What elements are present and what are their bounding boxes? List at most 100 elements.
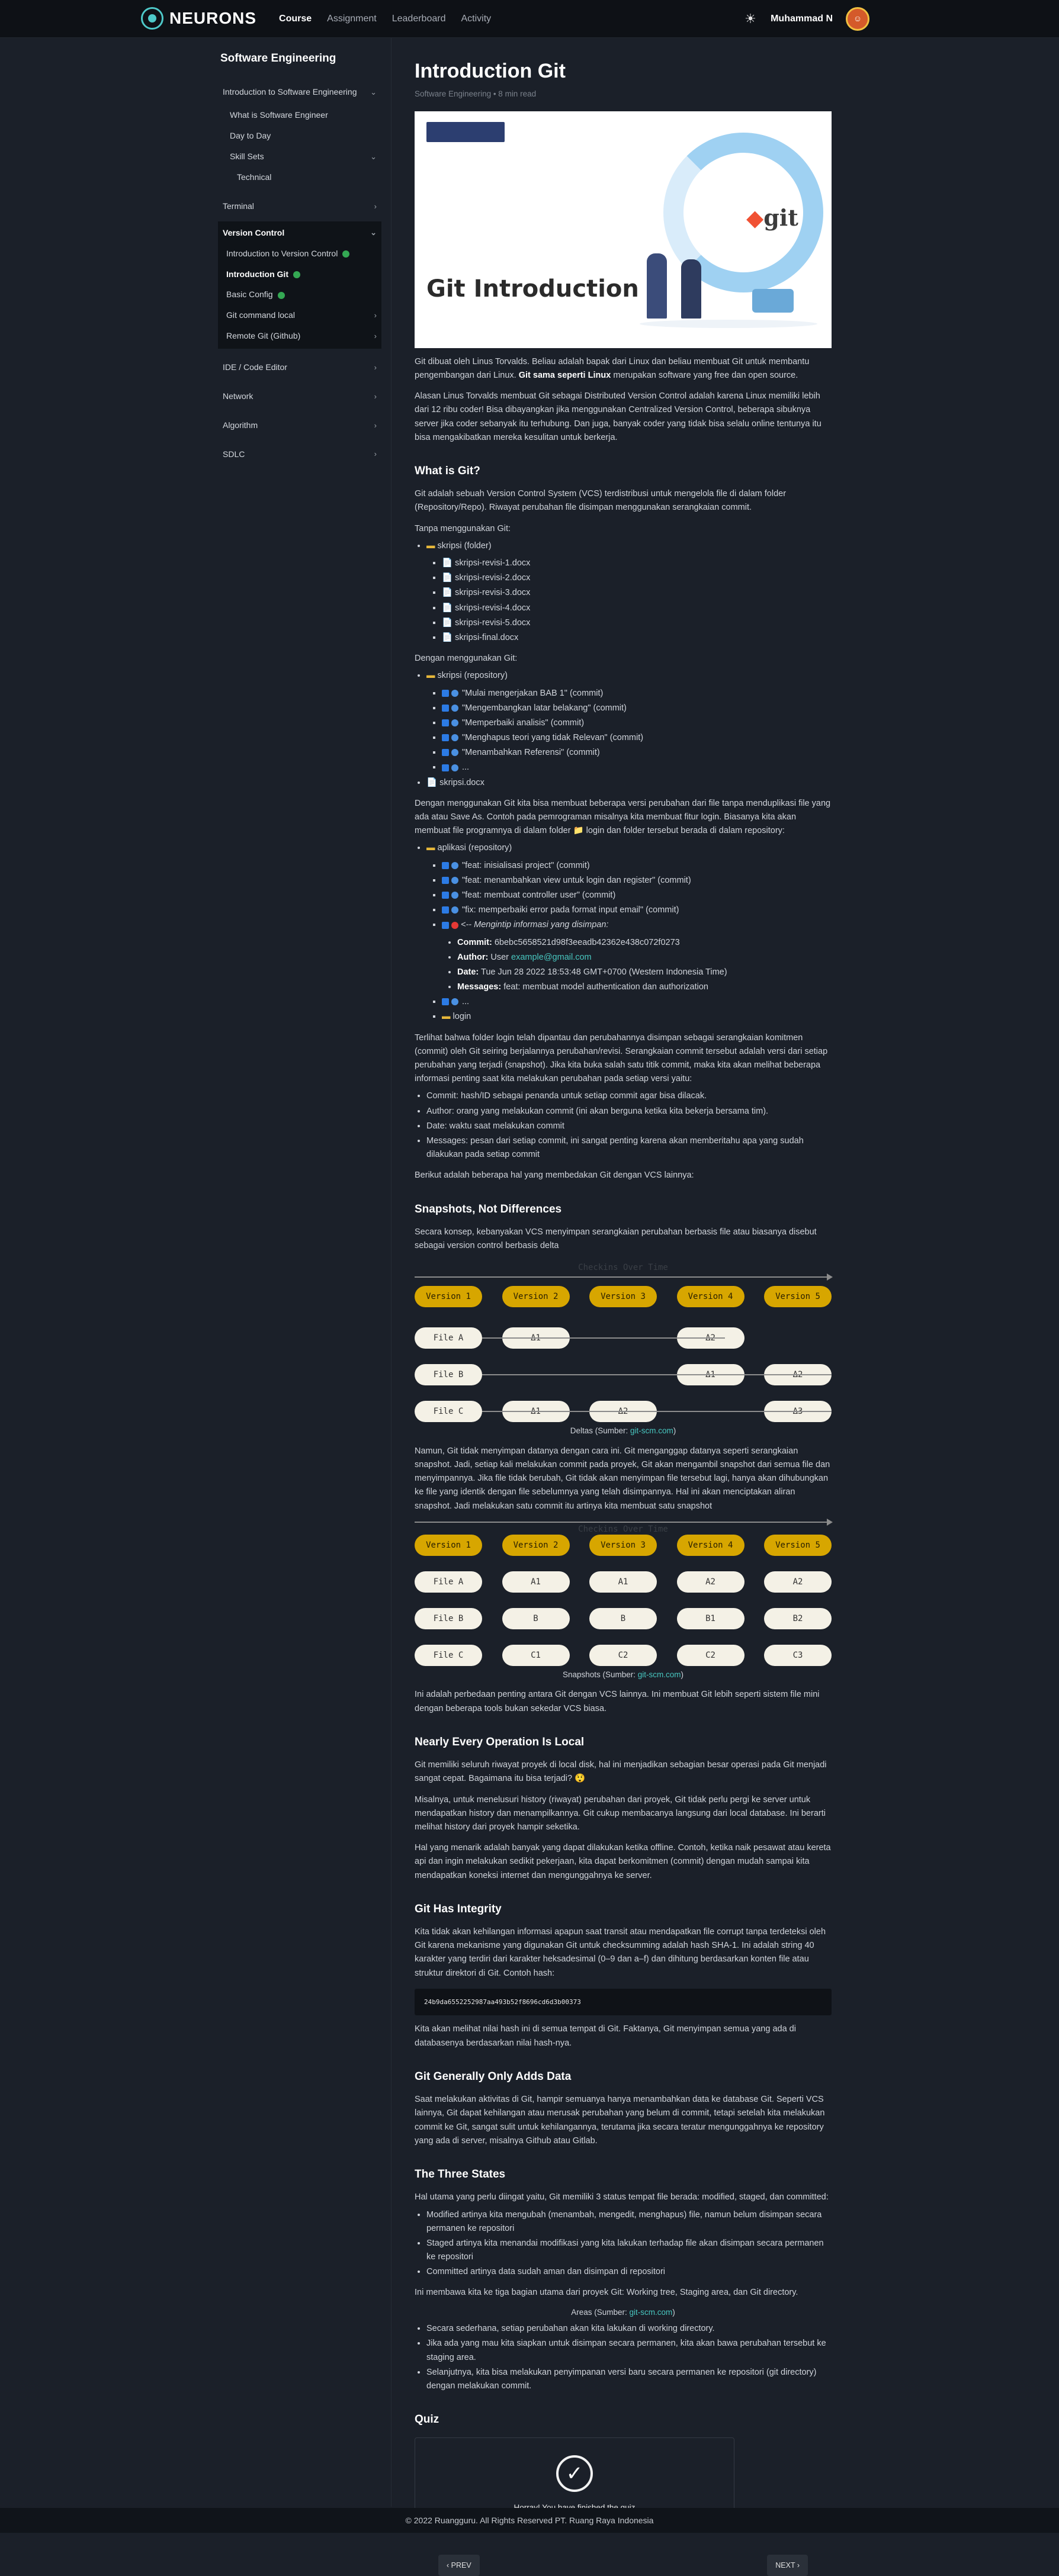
section-heading: What is Git? <box>415 464 480 477</box>
commit-dot-icon <box>451 764 458 771</box>
brand-logo[interactable]: NEURONS <box>141 5 256 32</box>
chevron-down-icon: ⌄ <box>370 228 377 237</box>
list-item: 📄 skripsi-revisi-2.docx <box>442 571 832 585</box>
sidebar-item-network[interactable]: Network › <box>220 386 379 407</box>
sidebar-item-label: Network <box>223 391 253 401</box>
footer: © 2022 Ruangguru. All Rights Reserved PT… <box>0 2508 1059 2533</box>
snapshots-diagram: Checkins Over Time Version 1 Version 2 V… <box>415 1518 833 1666</box>
list-item: 📄 skripsi-revisi-1.docx <box>442 557 832 570</box>
theme-toggle-sun-icon[interactable]: ☀ <box>744 12 758 25</box>
section-heading: Git Has Integrity <box>415 1902 502 1915</box>
nav-leaderboard[interactable]: Leaderboard <box>392 11 446 27</box>
user-name[interactable]: Muhammad N <box>771 11 833 27</box>
list-item: 📄 skripsi-revisi-4.docx <box>442 602 832 615</box>
sidebar-item-terminal[interactable]: Terminal › <box>220 196 379 217</box>
list-item: <-- Mengintip informasi yang disimpan: C… <box>442 918 832 994</box>
checkins-label: Checkins Over Time <box>578 1263 668 1273</box>
figure-caption: Snapshots (Sumber: git-scm.com) <box>562 1670 684 1679</box>
banner-badge <box>426 121 505 142</box>
commit-dot-icon <box>451 719 458 727</box>
paragraph: Ini membawa kita ke tiga bagian utama da… <box>415 2288 798 2298</box>
paragraph: Kita akan melihat nilai hash ini di semu… <box>415 2024 796 2048</box>
source-link[interactable]: git-scm.com <box>630 1426 673 1435</box>
sidebar-item-version-control[interactable]: Version Control ⌄ <box>220 223 379 243</box>
version-pill: Version 5 <box>764 1534 832 1556</box>
paragraph: Misalnya, untuk menelusuri history (riwa… <box>415 1794 826 1832</box>
paragraph: Dengan menggunakan Git kita bisa membuat… <box>415 798 831 836</box>
sidebar-item-intro-git[interactable]: Introduction Git <box>224 264 379 285</box>
sidebar-item-intro-vc[interactable]: Introduction to Version Control <box>224 243 379 264</box>
article-meta: Software Engineering • 8 min read <box>415 89 537 99</box>
commit-icon <box>442 734 449 742</box>
git-logo: ◆git <box>746 204 798 231</box>
prev-button[interactable]: ‹ PREV <box>438 2554 480 2576</box>
sidebar-item-label: Version Control <box>223 227 285 237</box>
folder-icon: ▬ <box>442 1012 451 1022</box>
chevron-right-icon: › <box>374 331 377 340</box>
timeline-arrow <box>415 1518 833 1526</box>
commit-dot-icon <box>451 734 458 742</box>
sidebar-item-label: Algorithm <box>223 420 258 430</box>
paragraph: Git dibuat oleh Linus Torvalds. Beliau a… <box>415 356 810 380</box>
folder-icon: ▬ <box>426 671 435 681</box>
hero-title: Git Introduction <box>426 275 639 303</box>
list-item: "Mulai mengerjakan BAB 1" (commit) <box>442 687 832 700</box>
top-navbar: NEURONS Course Assignment Leaderboard Ac… <box>0 0 1059 38</box>
record-icon <box>451 921 458 929</box>
sidebar-item-basic-config[interactable]: Basic Config <box>224 284 379 305</box>
sidebar-item-ide[interactable]: IDE / Code Editor › <box>220 357 379 378</box>
paragraph: Namun, Git tidak menyimpan datanya denga… <box>415 1446 830 1511</box>
article: Introduction Git Software Engineering • … <box>415 38 833 2576</box>
source-link[interactable]: git-scm.com <box>638 1670 681 1679</box>
nav-activity[interactable]: Activity <box>461 11 491 27</box>
source-link[interactable]: git-scm.com <box>630 2308 673 2317</box>
sidebar-item-label: Basic Config <box>226 290 273 300</box>
sidebar-item-technical[interactable]: Technical <box>235 167 379 188</box>
commit-icon <box>442 876 449 884</box>
paragraph: Saat melakukan aktivitas di Git, hampir … <box>415 2095 825 2146</box>
commit-icon <box>442 998 449 1006</box>
commit-icon <box>442 861 449 869</box>
sidebar-item-day-to-day[interactable]: Day to Day <box>227 126 379 146</box>
nav-course[interactable]: Course <box>279 11 312 27</box>
version-pill: Version 5 <box>764 1286 832 1308</box>
commit-dot-icon <box>451 689 458 697</box>
laptop-illustration <box>752 288 794 313</box>
commit-icon <box>442 719 449 727</box>
brand-name: NEURONS <box>169 9 257 28</box>
list-item: Author: orang yang melakukan commit (ini… <box>426 1105 832 1118</box>
email-link[interactable]: example@gmail.com <box>511 953 592 962</box>
sidebar-item-skill-sets[interactable]: Skill Sets ⌄ <box>227 146 379 167</box>
next-button[interactable]: NEXT › <box>767 2554 808 2576</box>
sidebar-item-what-is-se[interactable]: What is Software Engineer <box>227 105 379 126</box>
chevron-right-icon: › <box>374 362 377 372</box>
hero-image: ◆git Git Introduction <box>415 111 832 348</box>
info-list: Commit: hash/ID sebagai penanda untuk se… <box>415 1089 832 1162</box>
commit-dot-icon <box>451 876 458 884</box>
pagination: ‹ PREV NEXT › <box>415 2554 832 2576</box>
avatar[interactable]: ☺ <box>846 7 869 31</box>
sidebar-item-label: Remote Git (Github) <box>226 331 301 341</box>
sidebar-item-label: Git command local <box>226 310 295 320</box>
states-list: Modified artinya kita mengubah (menambah… <box>415 2208 832 2279</box>
completed-check-icon <box>277 291 285 299</box>
version-pill: Version 3 <box>589 1534 657 1556</box>
sidebar-item-sdlc[interactable]: SDLC › <box>220 444 379 465</box>
nav-assignment[interactable]: Assignment <box>327 11 377 27</box>
checkins-label: Checkins Over Time <box>578 1524 668 1534</box>
sidebar-item-git-command-local[interactable]: Git command local › <box>224 305 379 326</box>
list-item: 📄 skripsi-revisi-3.docx <box>442 586 832 600</box>
paragraph: Secara konsep, kebanyakan VCS menyimpan … <box>415 1227 817 1251</box>
paragraph: Dengan menggunakan Git: <box>415 654 518 664</box>
list-item: "Menghapus teori yang tidak Relevan" (co… <box>442 731 832 745</box>
sidebar-item-algorithm[interactable]: Algorithm › <box>220 415 379 436</box>
repo-tree: ▬ skripsi (repository) "Mulai mengerjaka… <box>415 669 832 790</box>
version-pill: Version 1 <box>415 1534 482 1556</box>
list-item: ... <box>442 761 832 774</box>
sidebar-item-intro-se[interactable]: Introduction to Software Engineering ⌄ <box>220 82 379 102</box>
chevron-down-icon: ⌄ <box>370 152 377 161</box>
version-pill: Version 4 <box>676 1286 744 1308</box>
sidebar-item-remote-git[interactable]: Remote Git (Github) › <box>224 326 379 346</box>
folder-tree: ▬ skripsi (folder) 📄 skripsi-revisi-1.do… <box>415 539 832 645</box>
list-item: 📄 skripsi-final.docx <box>442 631 832 645</box>
